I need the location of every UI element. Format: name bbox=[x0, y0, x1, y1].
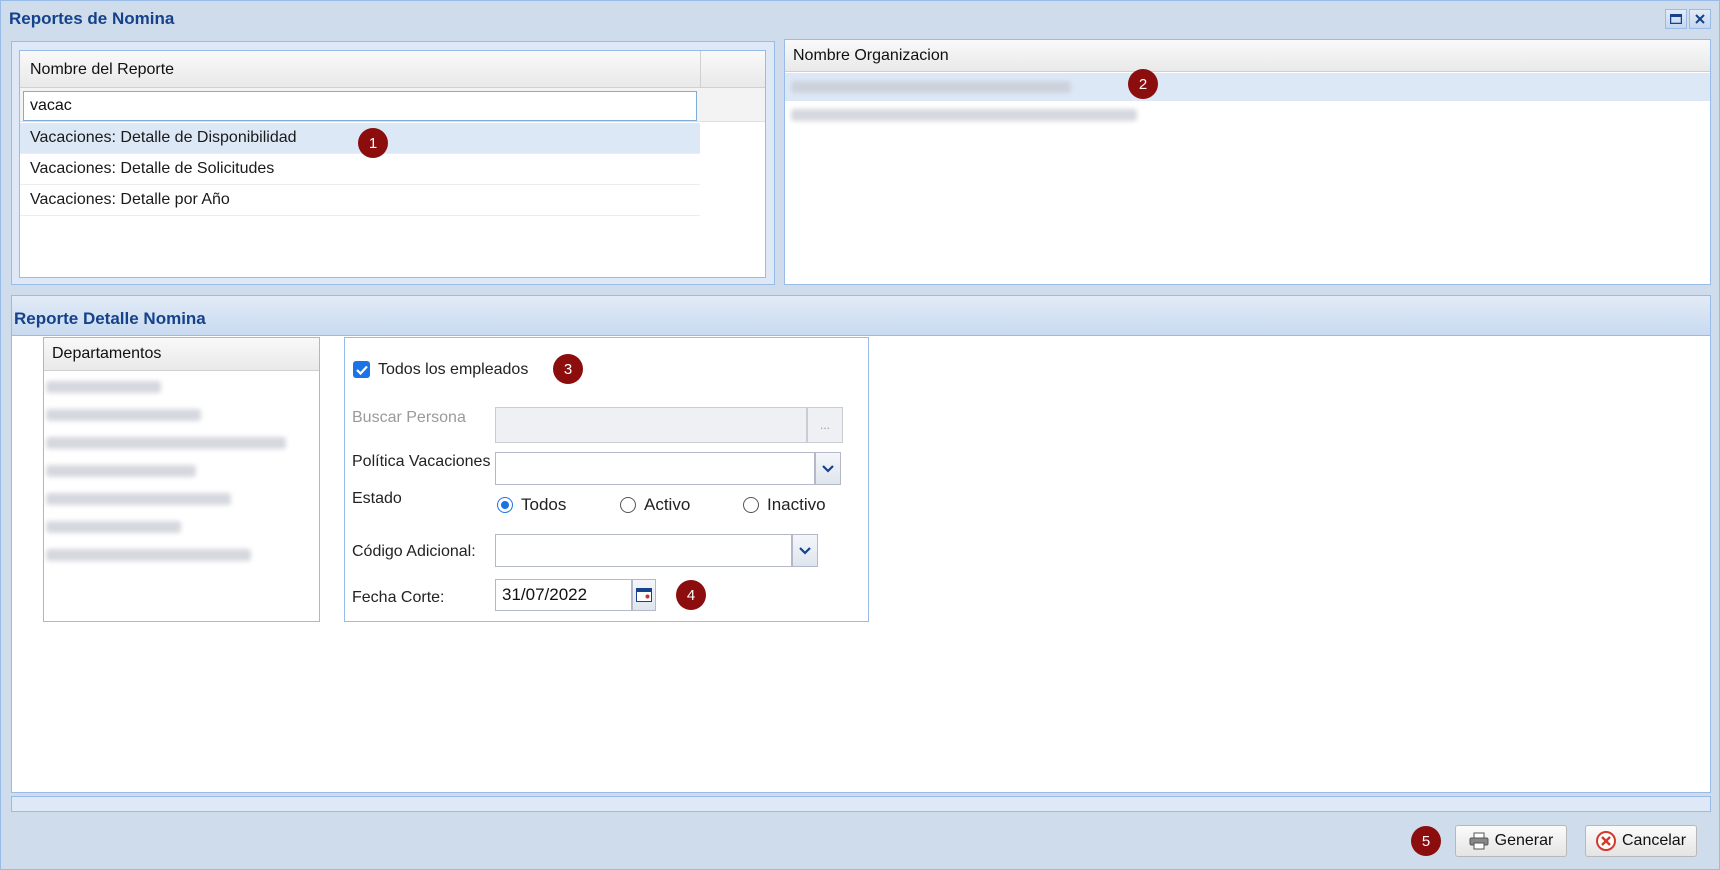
search-person-button: ... bbox=[807, 407, 843, 443]
report-row-label: Vacaciones: Detalle de Solicitudes bbox=[30, 160, 275, 177]
additional-code-combobox[interactable] bbox=[495, 534, 792, 567]
all-employees-label: Todos los empleados bbox=[378, 361, 529, 378]
report-window: Reportes de Nomina Nombre del Reporte va… bbox=[0, 0, 1720, 870]
departments-column-header[interactable]: Departamentos bbox=[52, 345, 161, 363]
redacted-department[interactable] bbox=[46, 521, 181, 533]
policy-label: Política Vacaciones bbox=[352, 453, 491, 470]
redacted-department[interactable] bbox=[46, 549, 251, 561]
report-grid-header: Nombre del Reporte bbox=[20, 51, 765, 88]
step-badge-1: 1 bbox=[358, 128, 388, 158]
maximize-icon[interactable] bbox=[1665, 9, 1687, 29]
cancel-button-label: Cancelar bbox=[1621, 832, 1687, 849]
redacted-text bbox=[791, 81, 1071, 93]
redacted-department[interactable] bbox=[46, 409, 201, 421]
filter-row: vacac bbox=[20, 88, 765, 122]
organization-column-header[interactable]: Nombre Organizacion bbox=[793, 47, 949, 65]
close-icon[interactable] bbox=[1689, 9, 1711, 29]
report-row[interactable]: Vacaciones: Detalle de Solicitudes bbox=[20, 154, 700, 185]
report-column-header[interactable]: Nombre del Reporte bbox=[30, 61, 174, 79]
search-person-input bbox=[495, 407, 807, 443]
status-radio-inactivo[interactable] bbox=[743, 497, 759, 513]
organization-grid: Nombre Organizacion bbox=[784, 39, 1711, 285]
generate-button-label: Generar bbox=[1494, 832, 1554, 849]
report-grid: Nombre del Reporte vacac Vacaciones: Det… bbox=[19, 50, 766, 278]
departments-grid: Departamentos bbox=[43, 337, 320, 622]
redacted-text bbox=[791, 109, 1137, 121]
step-badge-4: 4 bbox=[676, 580, 706, 610]
status-option-label: Inactivo bbox=[767, 495, 826, 514]
step-badge-5: 5 bbox=[1411, 826, 1441, 856]
status-option-label: Activo bbox=[644, 495, 691, 514]
additional-code-dropdown-trigger[interactable] bbox=[792, 534, 818, 567]
filters-form: Todos los empleados 3 Buscar Persona ...… bbox=[344, 337, 869, 622]
report-row[interactable]: Vacaciones: Detalle por Año bbox=[20, 185, 700, 216]
step-badge-3: 3 bbox=[553, 354, 583, 384]
generate-button[interactable]: Generar bbox=[1455, 825, 1567, 857]
status-option-label: Todos bbox=[521, 495, 567, 514]
redacted-department[interactable] bbox=[46, 437, 286, 449]
detail-panel-header: Reporte Detalle Nomina bbox=[11, 295, 1711, 335]
redacted-department[interactable] bbox=[46, 381, 161, 393]
cancel-button[interactable]: Cancelar bbox=[1585, 825, 1697, 857]
report-list-container: Nombre del Reporte vacac Vacaciones: Det… bbox=[11, 41, 775, 285]
chevron-down-icon bbox=[799, 546, 811, 555]
search-person-label: Buscar Persona bbox=[352, 409, 466, 426]
all-employees-checkbox[interactable] bbox=[353, 361, 370, 378]
organization-row[interactable] bbox=[785, 101, 1710, 129]
redacted-department[interactable] bbox=[46, 493, 231, 505]
detail-panel-title: Reporte Detalle Nomina bbox=[14, 309, 206, 328]
calendar-icon[interactable] bbox=[632, 579, 656, 611]
detail-panel-body: Departamentos Todos los empleados 3 Busc… bbox=[11, 335, 1711, 793]
report-filter-input[interactable]: vacac bbox=[23, 91, 697, 121]
redacted-department[interactable] bbox=[46, 465, 196, 477]
detail-panel-footer bbox=[11, 796, 1711, 812]
column-divider bbox=[700, 51, 701, 88]
printer-icon bbox=[1469, 832, 1489, 850]
cancel-icon bbox=[1595, 831, 1616, 851]
cutoff-date-label: Fecha Corte: bbox=[352, 589, 445, 606]
departments-grid-header: Departamentos bbox=[44, 338, 319, 371]
cutoff-date-input[interactable]: 31/07/2022 bbox=[495, 579, 632, 611]
window-title: Reportes de Nomina bbox=[9, 9, 175, 28]
report-row-label: Vacaciones: Detalle de Disponibilidad bbox=[30, 129, 297, 146]
organization-grid-header: Nombre Organizacion bbox=[785, 40, 1710, 72]
status-radio-activo[interactable] bbox=[620, 497, 636, 513]
status-radio-todos[interactable] bbox=[497, 497, 513, 513]
chevron-down-icon bbox=[822, 464, 834, 473]
organization-row[interactable] bbox=[785, 73, 1710, 101]
status-label: Estado bbox=[352, 490, 402, 507]
additional-code-label: Código Adicional: bbox=[352, 543, 476, 560]
report-row-label: Vacaciones: Detalle por Año bbox=[30, 191, 230, 208]
policy-combobox[interactable] bbox=[495, 452, 815, 485]
policy-dropdown-trigger[interactable] bbox=[815, 452, 841, 485]
step-badge-2: 2 bbox=[1128, 69, 1158, 99]
